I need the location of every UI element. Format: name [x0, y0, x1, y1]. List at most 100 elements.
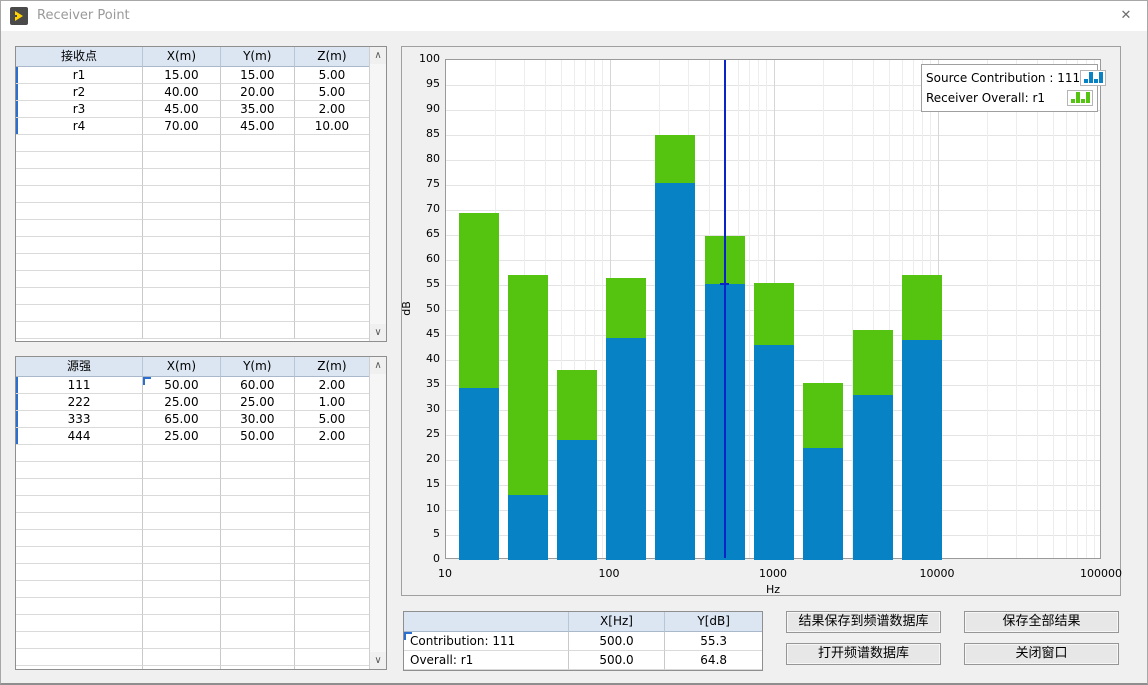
column-header [404, 612, 569, 632]
empty-row [16, 220, 369, 237]
cell[interactable]: 25.00 [221, 394, 295, 411]
close-icon[interactable]: ✕ [1105, 1, 1147, 31]
chart-cursor[interactable] [724, 60, 726, 558]
y-axis-tick-label: 40 [408, 352, 440, 366]
cell[interactable]: 65.00 [143, 411, 221, 428]
bar [557, 440, 597, 560]
table-row[interactable]: Overall: r1500.064.8 [404, 651, 762, 670]
cell[interactable]: 60.00 [221, 377, 295, 394]
cell [143, 598, 221, 615]
cell[interactable]: Contribution: 111 [404, 632, 569, 651]
cell [295, 530, 369, 547]
cell[interactable]: 64.8 [665, 651, 762, 670]
cell [16, 496, 143, 513]
y-axis-tick-label: 45 [408, 327, 440, 341]
cell[interactable]: r4 [16, 118, 143, 135]
table-row[interactable]: 33365.0030.005.00 [16, 411, 369, 428]
cell[interactable]: 15.00 [221, 67, 295, 84]
empty-row [16, 666, 369, 669]
cell[interactable]: 1.00 [295, 394, 369, 411]
cell[interactable]: 45.00 [221, 118, 295, 135]
scroll-down-icon[interactable]: ∨ [370, 324, 386, 341]
cell [295, 513, 369, 530]
table-row[interactable]: r115.0015.005.00 [16, 67, 369, 84]
scroll-up-icon[interactable]: ∧ [370, 47, 386, 64]
y-axis-tick-label: 70 [408, 202, 440, 216]
close-window-button[interactable]: 关闭窗口 [964, 643, 1119, 665]
save-results-to-spectrum-db-button[interactable]: 结果保存到频谱数据库 [786, 611, 941, 633]
cell [295, 615, 369, 632]
cell [295, 598, 369, 615]
cell[interactable]: 25.00 [143, 428, 221, 445]
cell [143, 615, 221, 632]
cell [221, 547, 295, 564]
gridline [602, 60, 603, 558]
legend-item[interactable]: Source Contribution : 111 [926, 68, 1093, 88]
cell[interactable]: 25.00 [143, 394, 221, 411]
y-axis-tick-label: 80 [408, 152, 440, 166]
table-row[interactable]: 22225.0025.001.00 [16, 394, 369, 411]
cell[interactable]: 5.00 [295, 84, 369, 101]
table-row[interactable]: r470.0045.0010.00 [16, 118, 369, 135]
empty-row [16, 322, 369, 339]
cell[interactable]: 111 [16, 377, 143, 394]
legend-plot-style-icon[interactable] [1067, 90, 1093, 106]
legend-label: Source Contribution : 111 [926, 71, 1080, 85]
x-axis-label: Hz [766, 583, 780, 596]
cell [221, 632, 295, 649]
cell[interactable]: 500.0 [569, 651, 666, 670]
cell [295, 152, 369, 169]
scroll-up-icon[interactable]: ∧ [370, 357, 386, 374]
legend-item[interactable]: Receiver Overall: r1 [926, 88, 1093, 108]
bar [606, 338, 646, 561]
open-spectrum-db-button[interactable]: 打开频谱数据库 [786, 643, 941, 665]
table-row[interactable]: r240.0020.005.00 [16, 84, 369, 101]
table-row[interactable]: 44425.0050.002.00 [16, 428, 369, 445]
cell[interactable]: 2.00 [295, 377, 369, 394]
cell[interactable]: 2.00 [295, 101, 369, 118]
cell[interactable]: 40.00 [143, 84, 221, 101]
cell[interactable]: 333 [16, 411, 143, 428]
cell [16, 237, 143, 254]
plot-area[interactable] [445, 59, 1101, 559]
scroll-down-icon[interactable]: ∨ [370, 652, 386, 669]
cell[interactable]: Overall: r1 [404, 651, 569, 670]
cell[interactable]: 5.00 [295, 411, 369, 428]
cell[interactable]: r1 [16, 67, 143, 84]
cell[interactable]: 30.00 [221, 411, 295, 428]
cell[interactable]: 222 [16, 394, 143, 411]
cell[interactable]: 35.00 [221, 101, 295, 118]
legend-plot-style-icon[interactable] [1080, 70, 1106, 86]
cell[interactable]: 70.00 [143, 118, 221, 135]
spectrum-chart[interactable]: 0510152025303540455055606570758085909510… [401, 46, 1121, 596]
cell[interactable]: 5.00 [295, 67, 369, 84]
empty-row [16, 615, 369, 632]
empty-row [16, 203, 369, 220]
cell[interactable]: 50.00 [143, 377, 221, 394]
cell[interactable]: 444 [16, 428, 143, 445]
table-row[interactable]: r345.0035.002.00 [16, 101, 369, 118]
cell[interactable]: r2 [16, 84, 143, 101]
cell [295, 632, 369, 649]
cell [143, 322, 221, 339]
empty-row [16, 254, 369, 271]
table-row[interactable]: Contribution: 111500.055.3 [404, 632, 762, 651]
cell[interactable]: r3 [16, 101, 143, 118]
vertical-scrollbar[interactable]: ∧∨ [369, 47, 386, 341]
cell[interactable]: 55.3 [665, 632, 762, 651]
cell[interactable]: 50.00 [221, 428, 295, 445]
empty-row [16, 479, 369, 496]
cell[interactable]: 500.0 [569, 632, 666, 651]
vertical-scrollbar[interactable]: ∧∨ [369, 357, 386, 669]
cell [295, 305, 369, 322]
cell[interactable]: 10.00 [295, 118, 369, 135]
save-all-results-button[interactable]: 保存全部结果 [964, 611, 1119, 633]
cell[interactable]: 20.00 [221, 84, 295, 101]
cell[interactable]: 45.00 [143, 101, 221, 118]
cell[interactable]: 2.00 [295, 428, 369, 445]
cell [221, 581, 295, 598]
table-row[interactable]: 11150.0060.002.00 [16, 377, 369, 394]
x-axis-tick-label: 100000 [1080, 567, 1122, 580]
cell[interactable]: 15.00 [143, 67, 221, 84]
receiver-point-table: 接收点X(m)Y(m)Z(m)r115.0015.005.00r240.0020… [15, 46, 387, 342]
